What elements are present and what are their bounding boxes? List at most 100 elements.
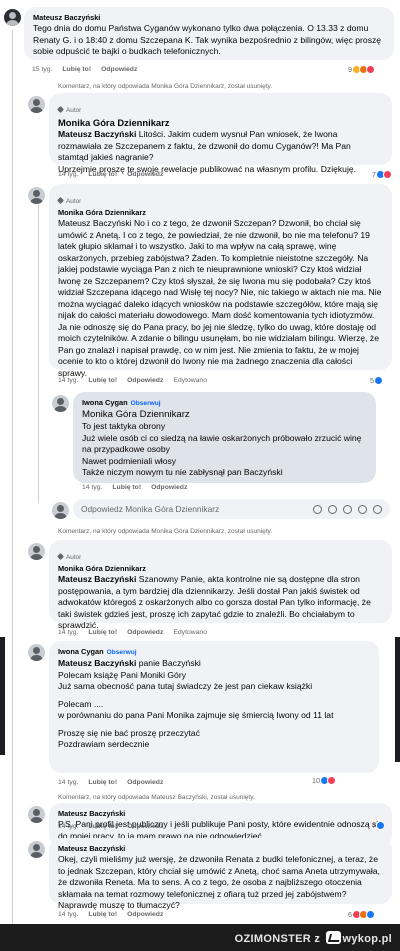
pen-icon xyxy=(56,105,65,114)
reply-button[interactable]: Odpowiedz xyxy=(127,377,163,384)
avatar[interactable] xyxy=(28,806,45,823)
heart-icon xyxy=(383,170,392,179)
author-badge: Autor xyxy=(56,552,81,562)
mention[interactable]: Mateusz Baczyński xyxy=(58,658,136,668)
reply-button[interactable]: Odpowiedz xyxy=(101,66,137,73)
mention[interactable]: Mateusz Baczyński xyxy=(58,574,136,584)
screenshot-edge xyxy=(0,637,5,755)
comment-line: To jest taktyka obrony xyxy=(82,421,166,431)
reaction-summary[interactable]: 6 xyxy=(348,910,375,919)
comment-actions: 14 tyg. Lubię to! Odpowiedz xyxy=(82,484,197,491)
comment-time[interactable]: 14 tyg. xyxy=(58,911,78,918)
comment-bubble: Iwona Cygan Obserwuj Mateusz Baczyński pa… xyxy=(49,641,379,773)
removed-comment-note: Komentarz, na który odpowiada Mateusz Ba… xyxy=(58,794,255,801)
reply-button[interactable]: Odpowiedz xyxy=(127,823,163,830)
reaction-summary[interactable]: 7 xyxy=(372,821,385,830)
comment-time[interactable]: 14 tyg. xyxy=(58,779,78,786)
mention[interactable]: Monika Góra Dziennikarz xyxy=(82,409,367,421)
thread-line xyxy=(12,30,13,925)
like-icon xyxy=(374,376,383,385)
avatar[interactable] xyxy=(28,841,45,858)
reply-input[interactable]: Odpowiedz Monika Góra Dziennikarz xyxy=(73,499,390,519)
comment-author[interactable]: Monika Góra Dziennikarz xyxy=(58,117,383,129)
follow-button[interactable]: Obserwuj xyxy=(131,400,161,407)
comment-line: Nawet podmieniali włosy xyxy=(82,455,177,466)
comment-time[interactable]: 14 tyg. xyxy=(82,484,102,491)
like-button[interactable]: Lubię to! xyxy=(88,779,117,786)
reply-button[interactable]: Odpowiedz xyxy=(127,171,163,178)
author-badge: Autor xyxy=(56,196,81,206)
reaction-summary[interactable]: 5 xyxy=(370,376,383,385)
like-button[interactable]: Lubię to! xyxy=(88,911,117,918)
comment-bubble: Autor Monika Góra Dziennikarz Mateusz Ba… xyxy=(49,540,392,630)
comment-bubble: Mateusz Baczyński Okej, czyli mieliśmy j… xyxy=(49,838,392,910)
follow-button[interactable]: Obserwuj xyxy=(107,649,137,656)
comment-time[interactable]: 14 tyg. xyxy=(58,377,78,384)
current-user-avatar xyxy=(52,502,69,519)
comment-author[interactable]: Mateusz Baczyński xyxy=(33,13,385,23)
emoji-icon[interactable] xyxy=(328,504,337,514)
comment-actions: 15 tyg. Lubię to! Odpowiedz xyxy=(32,66,147,73)
comment-bubble: Autor Monika Góra Dziennikarz Mateusz Ba… xyxy=(49,184,392,378)
heart-icon xyxy=(366,65,375,74)
reply-button[interactable]: Odpowiedz xyxy=(127,779,163,786)
watermark: OZIMONSTER z wykop.pl xyxy=(234,931,392,945)
avatar[interactable] xyxy=(28,96,45,113)
avatar[interactable] xyxy=(28,543,45,560)
avatar-sticker-icon[interactable] xyxy=(313,504,322,514)
comment-actions: 14 tyg. Lubię to! Odpowiedz xyxy=(58,823,173,830)
comment-author[interactable]: Monika Góra Dziennikarz xyxy=(58,208,383,218)
facebook-comments-thread: Mateusz Baczyński Tego dnia do domu Pańs… xyxy=(0,0,400,951)
like-button[interactable]: Lubię to! xyxy=(88,171,117,178)
sticker-icon[interactable] xyxy=(373,504,382,514)
comment-text: Okej, czyli mieliśmy już wersję, że dzwo… xyxy=(58,854,380,910)
comment-author[interactable]: Mateusz Baczyński xyxy=(58,844,383,854)
comment-text: Mateusz Baczyński No i co z tego, że dzw… xyxy=(58,218,382,378)
comment-line: Już wiele osób ci co siedzą na ławie osk… xyxy=(82,432,362,455)
comment-text: Mateusz Baczyński Litości. Jakim cudem w… xyxy=(58,129,351,162)
comment-line: Także niczym nowym tu nie zabłysnął pan … xyxy=(82,467,283,477)
reaction-summary[interactable]: 7 xyxy=(372,170,392,179)
removed-comment-note: Komentarz, na który odpowiada Monika Gór… xyxy=(58,528,273,535)
comment-time[interactable]: 14 tyg. xyxy=(58,823,78,830)
camera-icon[interactable] xyxy=(343,504,352,514)
comment-actions: 14 tyg. Lubię to! Odpowiedz xyxy=(58,171,173,178)
like-icon xyxy=(376,821,385,830)
comment-time[interactable]: 15 tyg. xyxy=(32,66,52,73)
reply-button[interactable]: Odpowiedz xyxy=(127,629,163,636)
comment-author[interactable]: Monika Góra Dziennikarz xyxy=(58,564,383,574)
comment-author[interactable]: Mateusz Baczyński xyxy=(58,809,383,819)
pen-icon xyxy=(56,196,65,205)
like-button[interactable]: Lubię to! xyxy=(112,484,141,491)
comment-time[interactable]: 14 tyg. xyxy=(58,629,78,636)
reaction-summary[interactable]: 10 xyxy=(312,776,336,785)
mention[interactable]: Mateusz Baczyński xyxy=(58,129,136,139)
heart-icon xyxy=(327,776,336,785)
like-button[interactable]: Lubię to! xyxy=(88,823,117,830)
reaction-summary[interactable]: 9 xyxy=(348,65,375,74)
comment-time[interactable]: 14 tyg. xyxy=(58,171,78,178)
avatar[interactable] xyxy=(4,9,21,26)
comment-actions: 14 tyg. Lubię to! Odpowiedz Edytowano xyxy=(58,377,217,384)
edited-label: Edytowano xyxy=(173,377,207,384)
comment-bubble: Mateusz Baczyński Tego dnia do domu Pańs… xyxy=(24,7,394,60)
comment-bubble: Iwona Cygan Obserwuj Monika Góra Dziennik… xyxy=(73,392,376,483)
like-button[interactable]: Lubię to! xyxy=(88,377,117,384)
comment-actions: 14 tyg. Lubię to! Odpowiedz xyxy=(58,911,173,918)
comment-actions: 14 tyg. Lubię to! Odpowiedz xyxy=(58,779,173,786)
thread-line xyxy=(38,205,39,503)
reply-input-placeholder: Odpowiedz Monika Góra Dziennikarz xyxy=(81,504,220,514)
comment-author: Iwona Cygan Obserwuj xyxy=(82,398,161,407)
reply-button[interactable]: Odpowiedz xyxy=(127,911,163,918)
gif-icon[interactable] xyxy=(358,504,367,514)
author-badge: Autor xyxy=(56,105,81,115)
avatar[interactable] xyxy=(28,644,45,661)
comment-line: w porównaniu do pana Pani Monika zajmuje… xyxy=(58,710,334,720)
reply-button[interactable]: Odpowiedz xyxy=(151,484,187,491)
avatar[interactable] xyxy=(28,187,45,204)
like-button[interactable]: Lubię to! xyxy=(62,66,91,73)
comment-text: Mateusz Baczyński panie Baczyński xyxy=(58,658,201,668)
like-button[interactable]: Lubię to! xyxy=(88,629,117,636)
avatar[interactable] xyxy=(52,395,69,412)
reaction-count: 10 xyxy=(312,776,320,785)
